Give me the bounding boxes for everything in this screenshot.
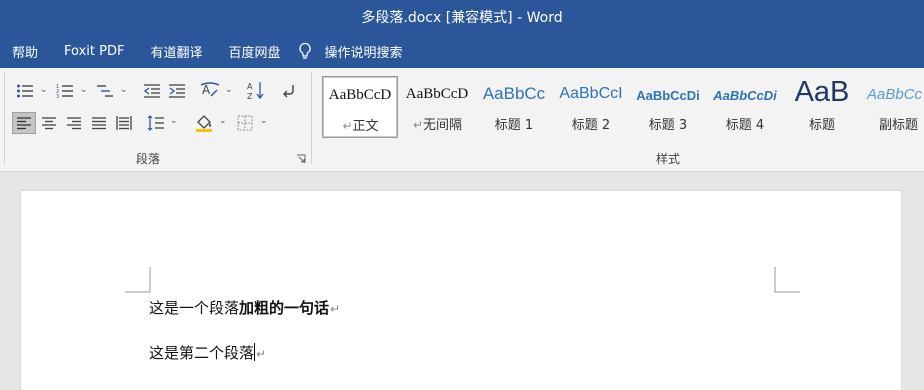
text-cursor [254, 343, 256, 361]
decrease-indent-icon [143, 84, 160, 98]
align-right-button[interactable] [63, 112, 85, 134]
distributed-align-icon [116, 116, 132, 130]
menu-item-help[interactable]: 帮助 [12, 42, 38, 61]
numbering-button[interactable]: 1 2 3 [54, 81, 76, 101]
style-sample: AaBbCc [482, 84, 546, 103]
style-heading-3[interactable]: AaBbCcDi 标题 3 [630, 76, 706, 138]
chevron-down-icon[interactable]: ⌄ [120, 85, 128, 95]
menu-item-baidu-netdisk[interactable]: 百度网盘 [228, 42, 280, 61]
menu-item-youdao-translate[interactable]: 有道翻译 [150, 42, 202, 61]
chevron-down-icon[interactable]: ⌄ [260, 116, 268, 126]
paragraph-group-label: 段落 [136, 152, 161, 166]
style-name: ↵正文 [342, 119, 379, 134]
paragraph-mark-icon: ↵ [330, 302, 341, 316]
justify-icon [92, 117, 106, 130]
borders-icon [237, 115, 253, 131]
style-name: 副标题 [879, 118, 919, 133]
style-sample: AaBbCcD [405, 86, 469, 102]
justify-button[interactable] [88, 112, 110, 134]
style-name: ↵无间隔 [412, 118, 463, 133]
document-page[interactable]: 这是一个段落加粗的一句话↵ 这是第二个段落 ↵ [20, 190, 902, 390]
style-heading-2[interactable]: AaBbCcI 标题 2 [553, 76, 629, 138]
document-paragraph[interactable]: 这是一个段落加粗的一句话↵ [149, 297, 340, 318]
svg-text:A: A [202, 83, 211, 97]
paragraph-text: 这是第二个段落 [149, 344, 255, 362]
menu-item-foxit-pdf[interactable]: Foxit PDF [64, 44, 124, 59]
multilevel-list-button[interactable] [94, 81, 116, 101]
style-name: 标题 [808, 118, 835, 133]
tell-me-label: 操作说明搜索 [324, 45, 403, 61]
style-normal[interactable]: AaBbCcD ↵正文 [322, 76, 398, 138]
margin-corner-mark [125, 267, 151, 293]
style-no-spacing[interactable]: AaBbCcD ↵无间隔 [399, 76, 475, 138]
margin-corner-mark [774, 267, 800, 293]
title-bar: 多段落.docx [兼容模式] - Word [0, 0, 924, 34]
borders-button[interactable] [234, 112, 256, 134]
chevron-down-icon[interactable]: ⌄ [40, 85, 48, 95]
style-name: 标题 3 [648, 118, 688, 133]
align-left-button[interactable] [12, 112, 36, 134]
asian-layout-icon: A [200, 82, 220, 97]
style-sample: AaBbCcD [328, 87, 392, 103]
asian-layout-button[interactable]: A [198, 80, 222, 102]
style-name: 标题 2 [571, 118, 611, 133]
group-separator [311, 72, 312, 164]
line-spacing-button[interactable] [145, 112, 167, 134]
style-name: 标题 4 [725, 118, 765, 133]
chevron-down-icon[interactable]: ⌄ [80, 85, 88, 95]
style-subtitle[interactable]: AaBbCc 副标题 [861, 76, 924, 138]
style-heading-1[interactable]: AaBbCc 标题 1 [476, 76, 552, 138]
show-hide-marks-button[interactable] [278, 80, 300, 102]
paragraph-mark-icon: ↵ [256, 347, 267, 361]
style-heading-4[interactable]: AaBbCcDi 标题 4 [707, 76, 783, 138]
paragraph-mark-icon [283, 85, 294, 98]
paragraph-text: 这是一个段落 [149, 299, 240, 317]
line-spacing-icon [147, 115, 164, 131]
align-left-icon [17, 117, 31, 130]
bullets-button[interactable] [14, 81, 36, 101]
sort-button[interactable]: A Z [245, 79, 267, 101]
group-separator [4, 72, 5, 164]
increase-indent-button[interactable] [166, 81, 188, 101]
multilevel-list-icon [97, 85, 113, 97]
shading-button[interactable] [192, 111, 216, 135]
style-sample: AaBbCcI [559, 85, 623, 102]
increase-indent-icon [169, 84, 185, 98]
bold-text: 加粗的一句话 [239, 299, 330, 317]
chevron-down-icon[interactable]: ⌄ [225, 85, 233, 95]
chevron-down-icon[interactable]: ⌄ [219, 116, 227, 126]
numbered-list-icon: 1 2 3 [56, 84, 73, 99]
styles-group-label: 样式 [656, 152, 681, 166]
lightbulb-icon [299, 42, 312, 59]
style-sample: AaB [794, 76, 850, 108]
window-title: 多段落.docx [兼容模式] - Word [361, 10, 563, 26]
style-sample: AaBbCc [867, 86, 923, 103]
align-right-icon [67, 117, 81, 130]
document-area: 这是一个段落加粗的一句话↵ 这是第二个段落 ↵ [0, 172, 924, 390]
decrease-indent-button[interactable] [141, 81, 163, 101]
sort-icon: A Z [247, 82, 264, 100]
style-sample: AaBbCcDi [636, 88, 700, 103]
svg-text:A: A [247, 82, 253, 91]
style-sample: AaBbCcDi [713, 88, 777, 103]
svg-text:3: 3 [56, 94, 59, 99]
tell-me-search[interactable]: 操作说明搜索 [298, 42, 403, 61]
ribbon: ⌄ 1 2 3 ⌄ ⌄ A ⌄ A Z ⌄ ⌄ ⌄ 段落 AaBbCcD ↵正文… [0, 68, 924, 172]
paint-bucket-icon [196, 115, 212, 132]
align-center-button[interactable] [38, 112, 60, 134]
document-paragraph[interactable]: 这是第二个段落 ↵ [149, 342, 266, 363]
chevron-down-icon[interactable]: ⌄ [170, 116, 178, 126]
bullet-list-icon [17, 84, 33, 98]
menu-bar: 帮助 Foxit PDF 有道翻译 百度网盘 操作说明搜索 [0, 34, 924, 68]
dialog-launcher-icon[interactable] [296, 154, 306, 164]
style-name: 标题 1 [494, 118, 534, 133]
align-center-icon [42, 117, 56, 130]
svg-text:Z: Z [247, 92, 253, 100]
distributed-button[interactable] [113, 112, 135, 134]
style-title[interactable]: AaB 标题 [784, 76, 860, 138]
